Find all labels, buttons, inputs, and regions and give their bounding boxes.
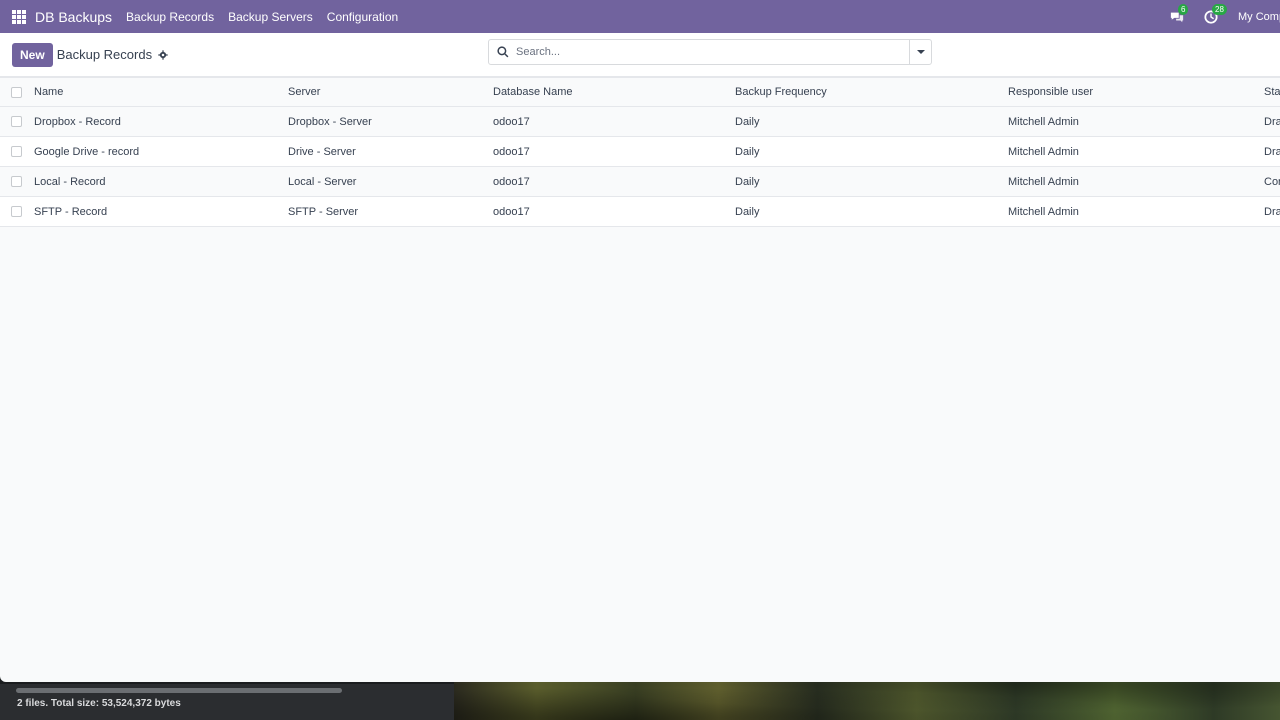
menu-backup-servers[interactable]: Backup Servers xyxy=(228,10,313,24)
cell-name: Local - Record xyxy=(34,175,106,188)
activities-count-badge: 28 xyxy=(1212,3,1227,15)
menu-configuration[interactable]: Configuration xyxy=(327,10,398,24)
new-button[interactable]: New xyxy=(12,42,53,67)
cell-status: Dra xyxy=(1264,205,1280,218)
table-row[interactable]: Dropbox - Record Dropbox - Server odoo17… xyxy=(0,107,1280,137)
column-header-status[interactable]: Sta xyxy=(1264,86,1280,98)
table-row[interactable]: Google Drive - record Drive - Server odo… xyxy=(0,137,1280,167)
activities-button[interactable]: 28 xyxy=(1204,3,1227,24)
cell-backup-frequency: Daily xyxy=(735,115,760,128)
cell-database-name: odoo17 xyxy=(493,205,530,218)
top-navbar: DB Backups Backup Records Backup Servers… xyxy=(0,0,1280,33)
search-options-toggle[interactable] xyxy=(909,40,931,64)
cell-responsible-user: Mitchell Admin xyxy=(1008,145,1079,158)
cell-status: Dra xyxy=(1264,115,1280,128)
records-table: Name Server Database Name Backup Frequen… xyxy=(0,77,1280,227)
select-all-checkbox[interactable] xyxy=(11,86,22,98)
cell-database-name: odoo17 xyxy=(493,145,530,158)
gear-icon[interactable] xyxy=(158,49,168,60)
horizontal-scrollbar[interactable] xyxy=(16,688,342,693)
cell-server: Drive - Server xyxy=(288,145,356,158)
desktop-wallpaper-shade xyxy=(454,682,1280,720)
search-icon xyxy=(497,46,509,58)
row-checkbox[interactable] xyxy=(11,116,22,127)
cell-status: Dra xyxy=(1264,145,1280,158)
cell-name: Google Drive - record xyxy=(34,145,140,158)
cell-backup-frequency: Daily xyxy=(735,145,760,158)
cell-responsible-user: Mitchell Admin xyxy=(1008,115,1079,128)
apps-grid-icon[interactable] xyxy=(12,9,26,24)
search-bar xyxy=(488,39,932,65)
messages-button[interactable]: 6 xyxy=(1170,3,1189,24)
row-checkbox[interactable] xyxy=(11,146,22,157)
app-brand[interactable]: DB Backups xyxy=(35,9,112,25)
table-header-row: Name Server Database Name Backup Frequen… xyxy=(0,77,1280,107)
company-switcher[interactable]: My Comp xyxy=(1238,11,1280,23)
control-panel: New Backup Records xyxy=(0,33,1280,77)
cell-database-name: odoo17 xyxy=(493,175,530,188)
file-status-bar: 2 files. Total size: 53,524,372 bytes xyxy=(0,684,454,720)
app-window: DB Backups Backup Records Backup Servers… xyxy=(0,0,1280,682)
row-checkbox[interactable] xyxy=(11,206,22,217)
caret-down-icon xyxy=(916,50,925,54)
cell-status: Cor xyxy=(1264,175,1280,188)
cell-responsible-user: Mitchell Admin xyxy=(1008,205,1079,218)
cell-responsible-user: Mitchell Admin xyxy=(1008,175,1079,188)
cell-name: Dropbox - Record xyxy=(34,115,121,128)
row-checkbox[interactable] xyxy=(11,176,22,187)
column-header-database-name[interactable]: Database Name xyxy=(493,86,723,98)
cell-backup-frequency: Daily xyxy=(735,175,760,188)
cell-backup-frequency: Daily xyxy=(735,205,760,218)
messages-count-badge: 6 xyxy=(1178,3,1189,15)
cell-server: Dropbox - Server xyxy=(288,115,372,128)
column-header-server[interactable]: Server xyxy=(288,86,478,98)
column-header-responsible-user[interactable]: Responsible user xyxy=(1008,86,1248,98)
table-row[interactable]: SFTP - Record SFTP - Server odoo17 Daily… xyxy=(0,197,1280,227)
cell-name: SFTP - Record xyxy=(34,205,108,218)
cell-server: Local - Server xyxy=(288,175,357,188)
file-size-summary: 2 files. Total size: 53,524,372 bytes xyxy=(17,698,181,709)
column-header-backup-frequency[interactable]: Backup Frequency xyxy=(735,86,995,98)
page-title: Backup Records xyxy=(56,47,153,62)
systray: 6 28 My Comp xyxy=(1170,3,1280,24)
menu-backup-records[interactable]: Backup Records xyxy=(126,10,214,24)
cell-server: SFTP - Server xyxy=(288,205,359,218)
table-body: Dropbox - Record Dropbox - Server odoo17… xyxy=(0,107,1280,227)
cell-database-name: odoo17 xyxy=(493,115,530,128)
table-row[interactable]: Local - Record Local - Server odoo17 Dai… xyxy=(0,167,1280,197)
search-input[interactable] xyxy=(516,41,909,63)
column-header-name[interactable]: Name xyxy=(34,86,274,98)
